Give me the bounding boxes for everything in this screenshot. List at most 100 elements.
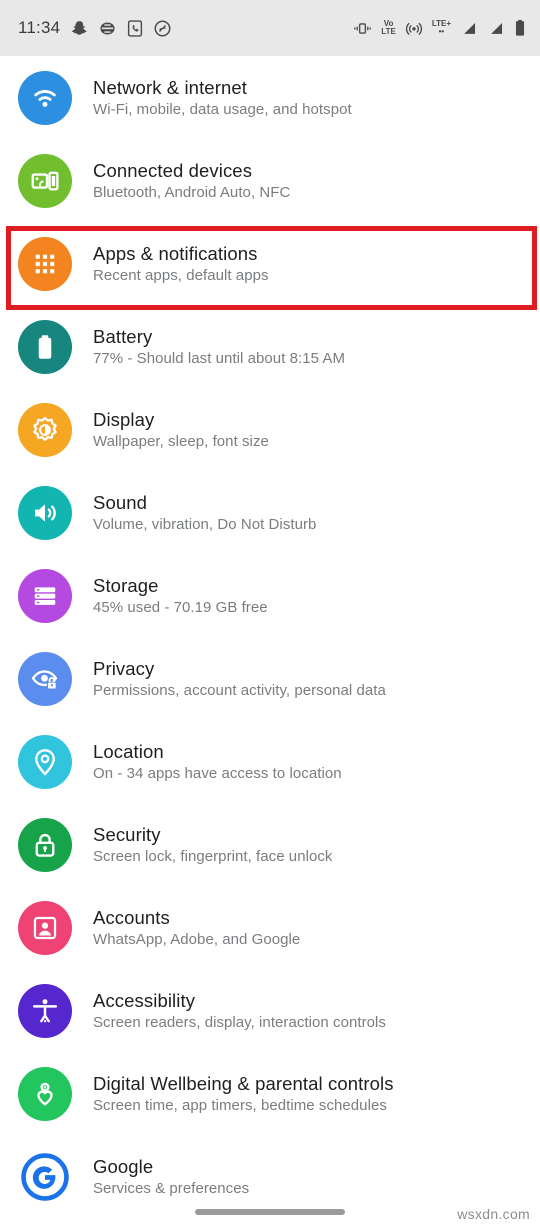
settings-row-text: Security Screen lock, fingerprint, face … (93, 823, 332, 867)
speaker-icon-container (18, 485, 72, 540)
settings-row-text: Accounts WhatsApp, Adobe, and Google (93, 906, 300, 950)
brightness-icon (33, 416, 57, 441)
lte-plus-icon: LTE+ •• (432, 20, 451, 36)
settings-row-title: Location (93, 740, 164, 762)
settings-row-subtitle: Bluetooth, Android Auto, NFC (93, 183, 291, 201)
vibrate-icon (354, 22, 372, 34)
battery-icon-container (18, 319, 72, 374)
account-person-icon-container (18, 900, 72, 955)
settings-row-title: Display (93, 408, 155, 430)
settings-row-text: Network & internet Wi-Fi, mobile, data u… (93, 76, 352, 120)
shazam-icon (154, 20, 171, 36)
account-person-icon (33, 916, 57, 939)
settings-list: Network & internet Wi-Fi, mobile, data u… (0, 56, 540, 1218)
settings-row-text: Display Wallpaper, sleep, font size (93, 408, 269, 452)
connected-devices-icon (31, 171, 59, 190)
settings-row-title: Google (93, 1155, 154, 1177)
location-pin-icon (35, 748, 55, 776)
brightness-icon-container (18, 402, 72, 457)
lock-icon-container (18, 817, 72, 872)
wifi-icon (34, 89, 56, 107)
storage-icon-container (18, 568, 72, 623)
settings-row-title: Storage (93, 574, 159, 596)
settings-row-subtitle: 45% used - 70.19 GB free (93, 598, 268, 616)
settings-row-text: Storage 45% used - 70.19 GB free (93, 574, 268, 618)
lte-plus-dots: •• (438, 27, 445, 36)
settings-row-title: Accounts (93, 906, 170, 928)
settings-row-title: Digital Wellbeing & parental controls (93, 1072, 394, 1094)
settings-row-text: Connected devices Bluetooth, Android Aut… (93, 159, 290, 203)
settings-row-subtitle: Wallpaper, sleep, font size (93, 432, 269, 450)
settings-row-text: Sound Volume, vibration, Do Not Disturb (93, 491, 316, 535)
settings-row-storage[interactable]: Storage 45% used - 70.19 GB free (0, 554, 540, 637)
battery-icon (515, 19, 525, 36)
wifi-icon-container (18, 70, 72, 125)
location-pin-icon-container (18, 734, 72, 789)
volte-icon: Vo LTE (381, 20, 396, 36)
home-gesture-pill[interactable] (195, 1209, 345, 1215)
settings-row-privacy[interactable]: Privacy Permissions, account activity, p… (0, 637, 540, 720)
status-bar-clock: 11:34 (18, 18, 61, 37)
settings-row-subtitle: WhatsApp, Adobe, and Google (93, 930, 301, 948)
settings-row-subtitle: Wi-Fi, mobile, data usage, and hotspot (93, 100, 352, 118)
settings-row-subtitle: On - 34 apps have access to location (93, 764, 342, 782)
lock-icon (35, 833, 55, 857)
settings-row-security[interactable]: Security Screen lock, fingerprint, face … (0, 803, 540, 886)
settings-row-title: Battery (93, 325, 153, 347)
accessibility-icon-container (18, 983, 72, 1038)
settings-row-sound[interactable]: Sound Volume, vibration, Do Not Disturb (0, 471, 540, 554)
settings-row-subtitle: Screen time, app timers, bedtime schedul… (93, 1096, 387, 1114)
settings-row-subtitle: Permissions, account activity, personal … (93, 681, 386, 699)
battery-icon (38, 334, 52, 359)
signal-bars-1-icon (464, 22, 476, 34)
settings-row-text: Accessibility Screen readers, display, i… (93, 989, 386, 1033)
settings-row-subtitle: Recent apps, default apps (93, 266, 269, 284)
settings-row-accounts[interactable]: Accounts WhatsApp, Adobe, and Google (0, 886, 540, 969)
settings-row-title: Security (93, 823, 161, 845)
storage-icon (34, 586, 56, 605)
settings-row-accessibility[interactable]: Accessibility Screen readers, display, i… (0, 969, 540, 1052)
settings-row-subtitle: Screen lock, fingerprint, face unlock (93, 847, 333, 865)
settings-row-text: Google Services & preferences (93, 1155, 249, 1199)
status-bar-right-group: Vo LTE LTE+ •• (353, 19, 526, 37)
wellbeing-heart-icon (37, 1082, 53, 1105)
settings-row-title: Network & internet (93, 76, 247, 98)
snapchat-icon (72, 20, 87, 35)
wellbeing-heart-icon-container (18, 1066, 72, 1121)
hotspot-icon (405, 22, 422, 35)
settings-row-network-internet[interactable]: Network & internet Wi-Fi, mobile, data u… (0, 56, 540, 139)
connected-devices-icon-container (18, 153, 72, 208)
watermark: wsxdn.com (457, 1206, 530, 1222)
apps-grid-icon-container (18, 236, 72, 291)
settings-row-subtitle: Volume, vibration, Do Not Disturb (93, 515, 317, 533)
settings-row-subtitle: 77% - Should last until about 8:15 AM (93, 349, 346, 367)
privacy-eye-lock-icon (31, 669, 58, 690)
settings-row-digital-wellbeing[interactable]: Digital Wellbeing & parental controls Sc… (0, 1052, 540, 1135)
settings-row-title: Apps & notifications (93, 242, 258, 264)
settings-row-title: Connected devices (93, 159, 253, 181)
privacy-eye-lock-icon-container (18, 651, 72, 706)
settings-row-title: Accessibility (93, 989, 196, 1011)
settings-row-connected-devices[interactable]: Connected devices Bluetooth, Android Aut… (0, 139, 540, 222)
phone-call-icon (128, 19, 143, 37)
settings-row-subtitle: Screen readers, display, interaction con… (93, 1013, 386, 1031)
volte-label-bottom: LTE (381, 27, 396, 36)
settings-row-text: Battery 77% - Should last until about 8:… (93, 325, 345, 369)
settings-row-apps-notifications[interactable]: Apps & notifications Recent apps, defaul… (0, 222, 540, 305)
settings-row-text: Privacy Permissions, account activity, p… (93, 657, 386, 701)
apps-grid-icon (35, 254, 55, 273)
settings-row-title: Sound (93, 491, 147, 513)
settings-row-location[interactable]: Location On - 34 apps have access to loc… (0, 720, 540, 803)
browser-icon (100, 22, 115, 34)
settings-row-display[interactable]: Display Wallpaper, sleep, font size (0, 388, 540, 471)
status-bar: 11:34 Vo LTE LTE+ •• (0, 0, 540, 56)
android-settings-screen: 11:34 Vo LTE LTE+ •• Network & internet … (0, 0, 540, 1230)
settings-row-text: Digital Wellbeing & parental controls Sc… (93, 1072, 394, 1116)
settings-row-text: Apps & notifications Recent apps, defaul… (93, 242, 269, 286)
signal-bars-2-icon (491, 22, 503, 34)
accessibility-icon (33, 998, 57, 1022)
settings-row-battery[interactable]: Battery 77% - Should last until about 8:… (0, 305, 540, 388)
speaker-icon (35, 503, 56, 522)
status-bar-left-group: 11:34 (18, 18, 171, 38)
settings-row-text: Location On - 34 apps have access to loc… (93, 740, 342, 784)
